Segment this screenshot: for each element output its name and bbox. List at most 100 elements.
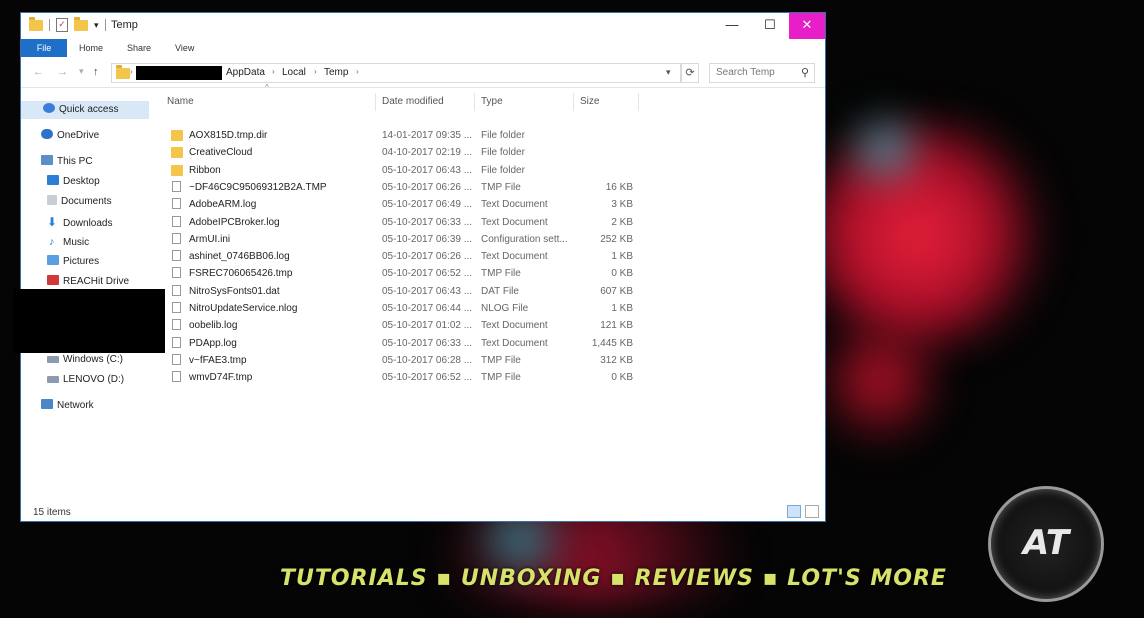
breadcrumb-local[interactable]: Local	[282, 67, 306, 78]
table-row[interactable]: AdobeARM.log 05-10-2017 06:49 ... Text Doc…	[167, 196, 633, 213]
cell-size: 16 KB	[605, 181, 633, 193]
download-arrow-icon: ⬇	[47, 215, 58, 229]
sidebar-item-lenovo-d[interactable]: LENOVO (D:)	[21, 371, 149, 389]
file-icon	[172, 336, 181, 348]
sidebar-item-this-pc[interactable]: This PC	[21, 153, 149, 171]
close-button[interactable]: ✕	[789, 13, 825, 39]
sidebar-item-quick-access[interactable]: Quick access	[21, 101, 149, 119]
sidebar-item-downloads[interactable]: ⬇ Downloads	[21, 213, 149, 231]
cell-size: 312 KB	[600, 354, 633, 366]
cell-type: File folder	[481, 147, 525, 159]
cell-date: 05-10-2017 06:52 ...	[382, 268, 473, 280]
column-header-size[interactable]: Size	[580, 93, 639, 111]
chevron-right-icon: ›	[314, 67, 317, 76]
breadcrumb[interactable]: › AppData › Local › Temp › ▾	[111, 63, 681, 83]
sidebar-item-label: REACHit Drive	[63, 276, 130, 287]
sidebar-item-onedrive[interactable]: OneDrive	[21, 127, 149, 145]
large-icons-view-button[interactable]	[805, 505, 819, 518]
sidebar-item-label: Downloads	[63, 218, 113, 229]
cell-name: AOX815D.tmp.dir	[189, 130, 268, 141]
table-row[interactable]: oobelib.log 05-10-2017 01:02 ... Text Docu…	[167, 317, 633, 334]
chevron-down-icon[interactable]: ▾	[666, 67, 671, 78]
table-row[interactable]: NitroSysFonts01.dat 05-10-2017 06:43 ... D…	[167, 283, 633, 300]
cell-type: DAT File	[481, 285, 519, 297]
music-note-icon: ♪	[49, 236, 55, 248]
search-input[interactable]: Search Temp	[716, 67, 775, 78]
minimize-button[interactable]: —	[713, 13, 751, 39]
sidebar-item-network[interactable]: Network	[21, 397, 149, 415]
forward-arrow-icon[interactable]: →	[57, 66, 68, 78]
column-header-type[interactable]: Type	[481, 93, 574, 111]
cell-size: 121 KB	[600, 320, 633, 332]
sort-arrow-icon: ^	[265, 83, 269, 92]
cell-size: 0 KB	[611, 372, 633, 384]
sidebar-item-music[interactable]: ♪ Music	[21, 233, 149, 251]
file-icon	[172, 180, 181, 192]
cell-name: wmvD74F.tmp	[189, 372, 253, 384]
file-icon	[172, 371, 181, 383]
search-box[interactable]: Search Temp ⚲	[709, 63, 815, 83]
divider	[104, 19, 106, 31]
maximize-button[interactable]: ☐	[751, 13, 789, 39]
tab-share[interactable]: Share	[127, 39, 151, 57]
star-icon	[43, 103, 55, 113]
refresh-button[interactable]: ⟳	[681, 63, 699, 83]
up-arrow-icon[interactable]: ↑	[93, 66, 99, 78]
file-icon	[172, 198, 181, 210]
back-arrow-icon[interactable]: ←	[33, 66, 44, 78]
folder-icon	[171, 130, 183, 141]
column-header-date[interactable]: Date modified	[382, 93, 475, 111]
cell-size: 1,445 KB	[591, 337, 633, 349]
chevron-right-icon: ›	[130, 67, 133, 76]
cell-type: File folder	[481, 130, 525, 141]
table-row[interactable]: ashinet_0746BB06.log 05-10-2017 06:26 ...…	[167, 248, 633, 265]
chevron-down-icon[interactable]: ▾	[79, 66, 84, 77]
table-row[interactable]: FSREC706065426.tmp 05-10-2017 06:52 ... TM…	[167, 265, 633, 282]
redacted-block	[13, 289, 165, 353]
sidebar-item-pictures[interactable]: Pictures	[21, 253, 149, 271]
breadcrumb-appdata[interactable]: AppData	[226, 67, 265, 78]
cell-date: 05-10-2017 06:43 ...	[382, 164, 473, 176]
cell-date: 05-10-2017 06:39 ...	[382, 233, 473, 245]
cell-name: ~DF46C9C95069312B2A.TMP	[189, 181, 327, 193]
cell-type: TMP File	[481, 181, 521, 193]
drive-icon	[47, 376, 59, 383]
cell-type: Text Document	[481, 320, 548, 332]
cell-name: PDApp.log	[189, 337, 237, 349]
table-row[interactable]: AOX815D.tmp.dir 14-01-2017 09:35 ... File …	[167, 127, 627, 144]
table-row[interactable]: ArmUI.ini 05-10-2017 06:39 ... Configurati…	[167, 231, 633, 248]
table-row[interactable]: v~fFAE3.tmp 05-10-2017 06:28 ... TMP File 3…	[167, 352, 633, 369]
table-row[interactable]: Ribbon 05-10-2017 06:43 ... File folder	[167, 162, 627, 179]
details-view-button[interactable]	[787, 505, 801, 518]
column-header-name[interactable]: Name	[167, 93, 376, 111]
cell-type: Text Document	[481, 337, 548, 349]
file-icon	[172, 319, 181, 331]
address-bar-row: ← → ▾ ↑ › AppData › Local › Temp › ▾ ⟳ S…	[21, 59, 825, 88]
customize-toolbar-icon[interactable]: ▾	[94, 20, 99, 31]
cell-size: 2 KB	[611, 216, 633, 228]
table-row[interactable]: PDApp.log 05-10-2017 06:33 ... Text Docume…	[167, 335, 633, 352]
ribbon-tabs: File Home Share View	[21, 39, 825, 57]
new-folder-icon[interactable]	[74, 16, 88, 31]
sidebar-item-label: This PC	[57, 156, 93, 167]
sidebar-item-label: Pictures	[63, 256, 100, 267]
tab-file[interactable]: File	[21, 39, 67, 57]
sidebar-item-documents[interactable]: Documents	[21, 193, 149, 211]
table-row[interactable]: wmvD74F.tmp 05-10-2017 06:52 ... TMP File 0…	[167, 369, 633, 386]
tab-view[interactable]: View	[175, 39, 194, 57]
tab-home[interactable]: Home	[79, 39, 103, 57]
breadcrumb-temp[interactable]: Temp	[324, 67, 348, 78]
cell-type: Text Document	[481, 199, 548, 211]
properties-icon[interactable]: ✓	[56, 18, 68, 32]
file-icon	[172, 267, 181, 279]
cell-name: v~fFAE3.tmp	[189, 354, 247, 366]
table-row[interactable]: AdobeIPCBroker.log 05-10-2017 06:33 ... Te…	[167, 214, 633, 231]
cell-type: NLOG File	[481, 303, 529, 314]
cell-size: 607 KB	[600, 285, 633, 297]
table-row[interactable]: ~DF46C9C95069312B2A.TMP 05-10-2017 06:26 …	[167, 179, 633, 196]
sidebar-item-desktop[interactable]: Desktop	[21, 173, 149, 191]
cell-type: Configuration sett...	[481, 233, 568, 245]
table-row[interactable]: CreativeCloud 04-10-2017 02:19 ... File fo…	[167, 144, 627, 161]
table-row[interactable]: NitroUpdateService.nlog 05-10-2017 06:44 …	[167, 300, 633, 317]
sidebar-item-windows-c[interactable]: Windows (C:)	[21, 351, 149, 369]
